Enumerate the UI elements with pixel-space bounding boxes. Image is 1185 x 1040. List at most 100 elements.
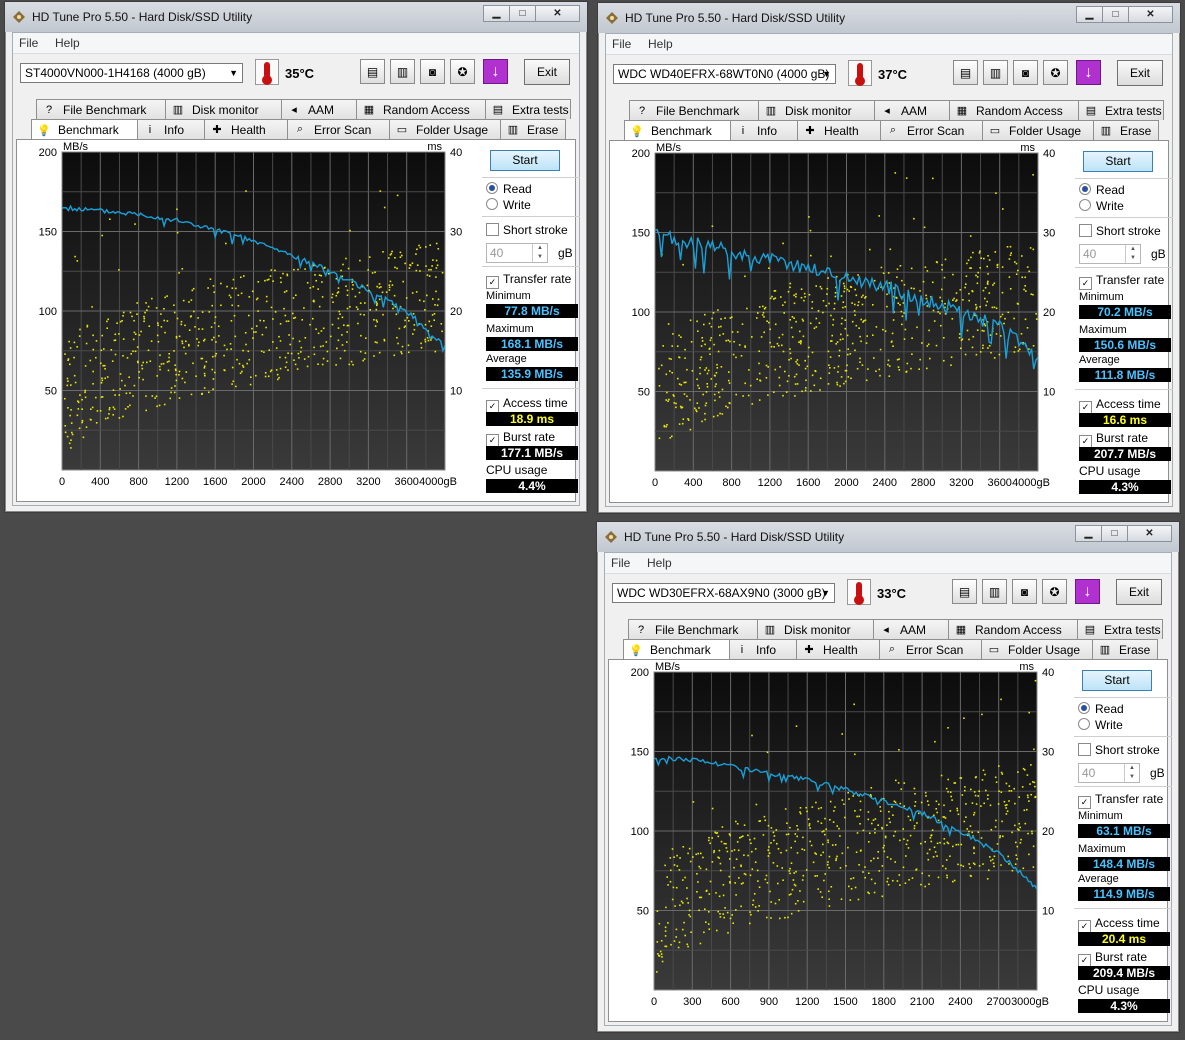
copy-info-button[interactable]: ▥ (983, 60, 1008, 85)
read-radio[interactable]: Read (486, 182, 532, 196)
tab-health[interactable]: ✚ Health (796, 639, 880, 659)
tab-extra-tests[interactable]: ▤ Extra tests (485, 99, 571, 119)
screenshot-button[interactable]: ◙ (1013, 60, 1038, 85)
title-bar[interactable]: HD Tune Pro 5.50 - Hard Disk/SSD Utility… (5, 2, 587, 32)
burst-rate-checkbox[interactable]: ✓ Burst rate (486, 430, 555, 447)
screenshot-button[interactable]: ◙ (1012, 579, 1037, 604)
minimize-button[interactable]: ▁ (483, 5, 510, 22)
maximize-button[interactable]: □ (1102, 6, 1129, 23)
tab-benchmark[interactable]: 💡 Benchmark (624, 120, 731, 141)
write-radio[interactable]: Write (1079, 199, 1124, 213)
tab-error-scan[interactable]: ⌕ Error Scan (287, 119, 390, 139)
menu-file[interactable]: File (19, 36, 38, 50)
maximize-button[interactable]: □ (1101, 525, 1128, 542)
tab-info[interactable]: i Info (730, 120, 798, 140)
short-stroke-spinner[interactable]: 40 ▲ ▼ (486, 243, 548, 263)
access-time-point (424, 340, 427, 343)
tab-error-scan[interactable]: ⌕ Error Scan (880, 120, 983, 140)
menu-help[interactable]: Help (648, 37, 673, 51)
tab-health[interactable]: ✚ Health (797, 120, 881, 140)
burst-rate-checkbox[interactable]: ✓ Burst rate (1079, 431, 1148, 448)
options-button[interactable]: ✪ (1042, 579, 1067, 604)
short-stroke-spinner[interactable]: 40 ▲ ▼ (1078, 763, 1140, 783)
tab-random-access[interactable]: ▦ Random Access (356, 99, 486, 119)
transfer-rate-checkbox[interactable]: ✓ Transfer rate (486, 272, 571, 289)
drive-select[interactable]: WDC WD40EFRX-68WT0N0 (4000 gB) ▼ (613, 64, 836, 84)
menu-help[interactable]: Help (647, 556, 672, 570)
options-button[interactable]: ✪ (450, 59, 475, 84)
tab-aam[interactable]: ◂ AAM (281, 99, 357, 119)
start-button[interactable]: Start (490, 150, 560, 171)
copy-text-button[interactable]: ▤ (953, 60, 978, 85)
tab-folder-usage[interactable]: ▭ Folder Usage (982, 120, 1094, 140)
tab-benchmark[interactable]: 💡 Benchmark (623, 639, 730, 660)
minimize-button[interactable]: ▁ (1075, 525, 1102, 542)
tab-erase[interactable]: ▥ Erase (1093, 120, 1159, 140)
tab-health[interactable]: ✚ Health (204, 119, 288, 139)
short-stroke-checkbox[interactable]: Short stroke (1078, 743, 1160, 757)
short-stroke-spinner[interactable]: 40 ▲ ▼ (1079, 244, 1141, 264)
tab-disk-monitor[interactable]: ▥ Disk monitor (758, 100, 875, 120)
tab-extra-tests[interactable]: ▤ Extra tests (1078, 100, 1164, 120)
transfer-rate-checkbox[interactable]: ✓ Transfer rate (1079, 273, 1164, 290)
tab-folder-usage[interactable]: ▭ Folder Usage (981, 639, 1093, 659)
read-radio[interactable]: Read (1079, 183, 1125, 197)
title-bar[interactable]: HD Tune Pro 5.50 - Hard Disk/SSD Utility… (597, 522, 1179, 552)
tab-benchmark[interactable]: 💡 Benchmark (31, 119, 138, 140)
maximize-button[interactable]: □ (509, 5, 536, 22)
tab-file-benchmark[interactable]: ? File Benchmark (629, 100, 759, 120)
tab-error-scan[interactable]: ⌕ Error Scan (879, 639, 982, 659)
tab-erase[interactable]: ▥ Erase (500, 119, 566, 139)
write-radio[interactable]: Write (486, 198, 531, 212)
screenshot-button[interactable]: ◙ (420, 59, 445, 84)
close-button[interactable]: ✕ (1128, 6, 1173, 23)
tab-erase[interactable]: ▥ Erase (1092, 639, 1158, 659)
tab-disk-monitor[interactable]: ▥ Disk monitor (165, 99, 282, 119)
tab-aam[interactable]: ◂ AAM (874, 100, 950, 120)
tab-folder-usage[interactable]: ▭ Folder Usage (389, 119, 501, 139)
short-stroke-checkbox[interactable]: Short stroke (1079, 224, 1161, 238)
minimize-button[interactable]: ▁ (1076, 6, 1103, 23)
options-button[interactable]: ✪ (1043, 60, 1068, 85)
menu-file[interactable]: File (611, 556, 630, 570)
copy-info-button[interactable]: ▥ (390, 59, 415, 84)
access-time-point (822, 300, 825, 302)
start-button[interactable]: Start (1083, 151, 1153, 172)
access-time-checkbox[interactable]: ✓ Access time (1079, 397, 1161, 414)
copy-info-button[interactable]: ▥ (982, 579, 1007, 604)
short-stroke-checkbox[interactable]: Short stroke (486, 223, 568, 237)
start-button[interactable]: Start (1082, 670, 1152, 691)
exit-button[interactable]: Exit (1116, 579, 1162, 605)
access-time-point (1008, 785, 1011, 787)
tab-random-access[interactable]: ▦ Random Access (949, 100, 1079, 120)
tab-extra-tests[interactable]: ▤ Extra tests (1077, 619, 1163, 639)
menu-file[interactable]: File (612, 37, 631, 51)
save-button[interactable]: ↓ (1076, 60, 1101, 85)
save-button[interactable]: ↓ (1075, 579, 1100, 604)
close-button[interactable]: ✕ (535, 5, 580, 22)
copy-text-button[interactable]: ▤ (360, 59, 385, 84)
access-time-checkbox[interactable]: ✓ Access time (486, 396, 568, 413)
drive-select[interactable]: ST4000VN000-1H4168 (4000 gB) ▼ (20, 63, 243, 83)
title-bar[interactable]: HD Tune Pro 5.50 - Hard Disk/SSD Utility… (598, 3, 1180, 33)
tab-file-benchmark[interactable]: ? File Benchmark (628, 619, 758, 639)
transfer-rate-checkbox[interactable]: ✓ Transfer rate (1078, 792, 1163, 809)
save-button[interactable]: ↓ (483, 59, 508, 84)
exit-button[interactable]: Exit (524, 59, 570, 85)
write-radio[interactable]: Write (1078, 718, 1123, 732)
burst-rate-checkbox[interactable]: ✓ Burst rate (1078, 950, 1147, 967)
tab-file-benchmark[interactable]: ? File Benchmark (36, 99, 166, 119)
exit-button[interactable]: Exit (1117, 60, 1163, 86)
tab-info[interactable]: i Info (137, 119, 205, 139)
menu-help[interactable]: Help (55, 36, 80, 50)
tab-info[interactable]: i Info (729, 639, 797, 659)
access-time-checkbox[interactable]: ✓ Access time (1078, 916, 1160, 933)
read-radio[interactable]: Read (1078, 702, 1124, 716)
tab-disk-monitor[interactable]: ▥ Disk monitor (757, 619, 874, 639)
tab-random-access[interactable]: ▦ Random Access (948, 619, 1078, 639)
tab-aam[interactable]: ◂ AAM (873, 619, 949, 639)
copy-text-button[interactable]: ▤ (952, 579, 977, 604)
access-time-point (729, 917, 732, 920)
close-button[interactable]: ✕ (1127, 525, 1172, 542)
drive-select[interactable]: WDC WD30EFRX-68AX9N0 (3000 gB) ▼ (612, 583, 835, 603)
